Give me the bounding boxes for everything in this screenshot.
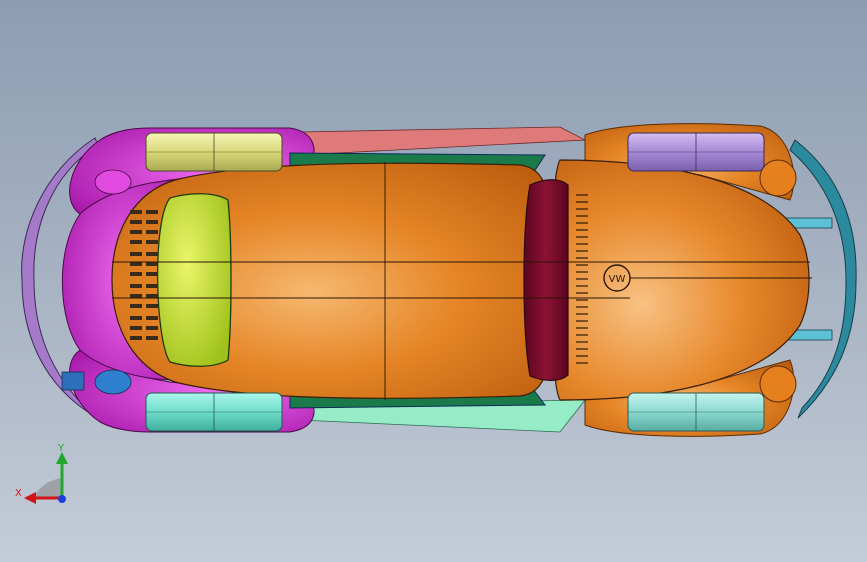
vw-badge-text: VW bbox=[609, 274, 626, 285]
running-board-left bbox=[299, 126, 587, 156]
headlight-right bbox=[759, 365, 797, 403]
3d-viewport[interactable]: VW Y X bbox=[0, 0, 867, 562]
headlight-left bbox=[759, 159, 797, 197]
wheel-rear-right bbox=[145, 392, 283, 432]
rear-window bbox=[156, 193, 232, 367]
wheel-rear-left bbox=[145, 132, 283, 172]
y-axis-label: Y bbox=[57, 443, 65, 454]
wheel-front-right bbox=[627, 392, 765, 432]
car-model-top-view[interactable]: VW Y X bbox=[0, 0, 867, 562]
rear-lamp-right bbox=[94, 369, 132, 395]
triad-origin-shade bbox=[34, 478, 62, 498]
wheel-front-left bbox=[627, 132, 765, 172]
x-axis-label: X bbox=[15, 488, 22, 499]
axis-triad: Y X bbox=[15, 443, 68, 504]
z-axis-origin-icon bbox=[58, 495, 66, 503]
windshield bbox=[523, 179, 569, 381]
x-axis-arrowhead-icon bbox=[24, 492, 36, 504]
front-hood bbox=[550, 159, 810, 401]
exhaust bbox=[61, 371, 85, 391]
rear-lamp-left bbox=[94, 169, 132, 195]
